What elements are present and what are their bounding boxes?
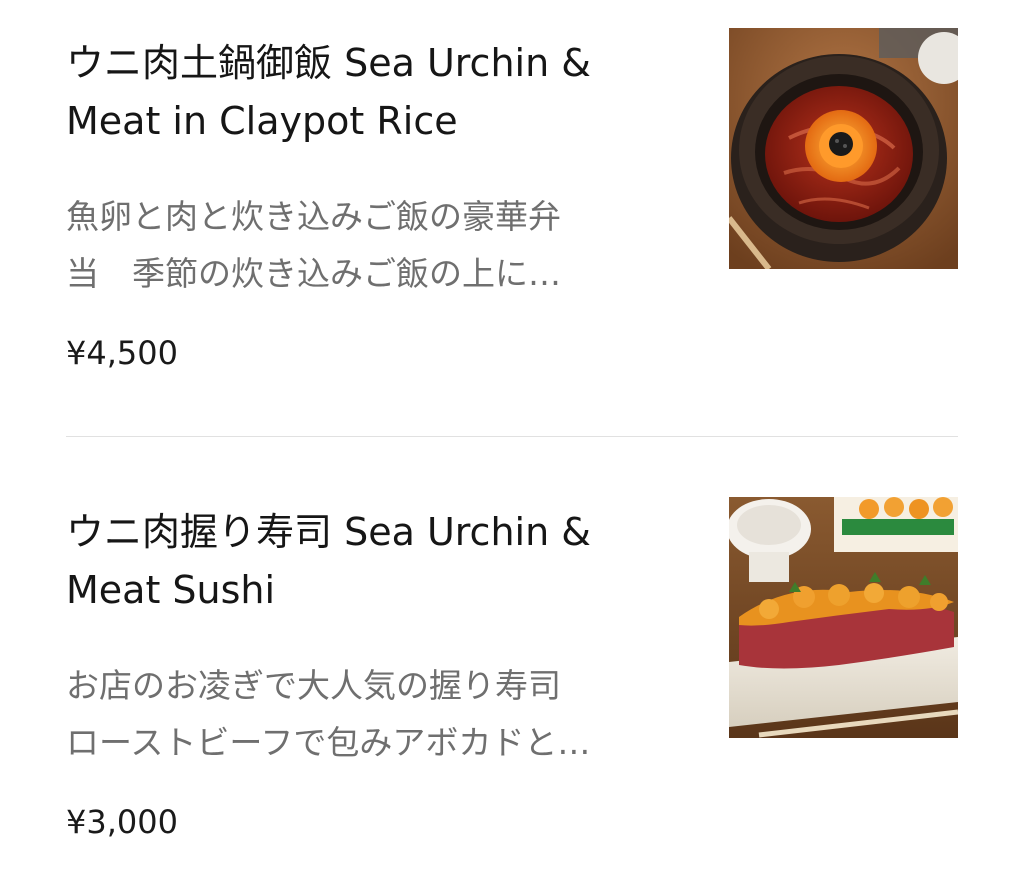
item-price: ¥3,000: [66, 803, 178, 841]
item-description: お店のお凌ぎで大人気の握り寿司 ローストビーフで包みアボカドと…: [66, 657, 676, 771]
item-description: 魚卵と肉と炊き込みご飯の豪華弁 当 季節の炊き込みご飯の上に…: [66, 188, 676, 302]
sushi-platter-photo-illustration: [729, 497, 958, 738]
item-price: ¥4,500: [66, 334, 178, 372]
claypot-rice-photo[interactable]: [729, 28, 958, 269]
item-description-line: 当 季節の炊き込みご飯の上に…: [66, 254, 561, 293]
menu-item-list: ウニ肉土鍋御飯 Sea Urchin & Meat in Claypot Ric…: [0, 0, 1024, 870]
item-description-line: 魚卵と肉と炊き込みご飯の豪華弁: [66, 197, 561, 236]
item-title: ウニ肉土鍋御飯 Sea Urchin & Meat in Claypot Ric…: [66, 41, 591, 143]
menu-item-sushi[interactable]: ウニ肉握り寿司 Sea Urchin & Meat Sushi お店のお凌ぎで大…: [66, 497, 958, 870]
item-title: ウニ肉握り寿司 Sea Urchin & Meat Sushi: [66, 510, 591, 612]
sushi-platter-photo[interactable]: [729, 497, 958, 738]
claypot-rice-photo-illustration: [729, 28, 958, 269]
item-description-line: ローストビーフで包みアボカドと…: [66, 723, 591, 762]
menu-item-claypot-rice[interactable]: ウニ肉土鍋御飯 Sea Urchin & Meat in Claypot Ric…: [66, 28, 958, 398]
item-description-line: お店のお凌ぎで大人気の握り寿司: [66, 666, 561, 705]
divider: [66, 436, 958, 437]
